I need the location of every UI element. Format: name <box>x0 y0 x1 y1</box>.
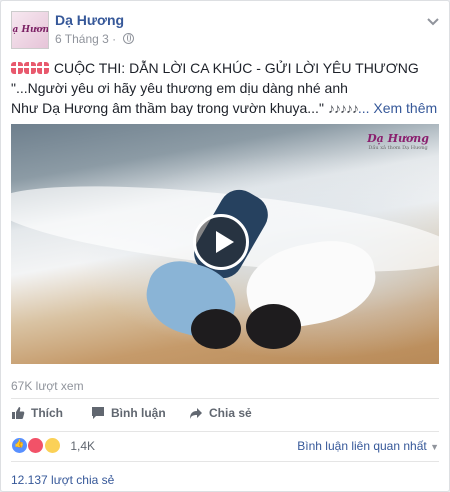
like-label: Thích <box>31 406 63 420</box>
gift-icon <box>24 62 36 74</box>
share-button[interactable]: Chia sẻ <box>189 406 252 420</box>
caret-down-icon: ▼ <box>430 442 439 452</box>
share-count-link[interactable]: 12.137 lượt chia sẻ <box>11 473 114 487</box>
divider <box>11 461 439 462</box>
play-icon[interactable] <box>193 214 249 270</box>
watermark-text: Dạ Hương <box>367 132 429 145</box>
see-more-link[interactable]: ... Xem thêm <box>358 100 437 116</box>
comment-sort-dropdown[interactable]: Bình luận liên quan nhất ▼ <box>297 439 439 453</box>
reaction-count[interactable]: 1,4K <box>70 439 95 453</box>
post-line-2: "...Người yêu ơi hãy yêu thương em dịu d… <box>11 80 348 96</box>
video-player[interactable]: Dạ Hương Dầu xả thơm Dạ Hương <box>11 124 439 364</box>
view-count: 67K lượt xem <box>11 379 84 393</box>
music-notes: ♪♪♪♪♪ <box>327 100 359 116</box>
contest-title: CUỘC THI: DẪN LỜI CA KHÚC - GỬI LỜI YÊU … <box>53 60 419 76</box>
like-button[interactable]: Thích <box>11 406 63 420</box>
divider <box>11 398 439 399</box>
watermark-subtext: Dầu xả thơm Dạ Hương <box>368 145 428 151</box>
post-line-3: Như Dạ Hương âm thầm bay trong vườn khuy… <box>11 98 443 118</box>
comment-button[interactable]: Bình luận <box>91 406 166 420</box>
love-reaction-icon <box>27 437 45 455</box>
hair-shape <box>246 304 301 349</box>
like-icon <box>12 407 25 419</box>
post-line-1: CUỘC THI: DẪN LỜI CA KHÚC - GỬI LỜI YÊU … <box>11 58 443 78</box>
share-label: Chia sẻ <box>209 406 252 420</box>
post-meta: 6 Tháng 3 · <box>55 32 134 46</box>
gift-icon <box>37 62 49 74</box>
avatar-logo: Dạ Hương <box>12 25 49 35</box>
lyric-text: Như Dạ Hương âm thầm bay trong vườn khuy… <box>11 100 324 116</box>
post-header: Dạ Hương Dạ Hương 6 Tháng 3 · <box>11 11 441 51</box>
comment-icon <box>92 407 104 419</box>
share-icon <box>190 408 202 419</box>
post-card: Dạ Hương Dạ Hương 6 Tháng 3 · CUỘC THI: … <box>0 0 450 492</box>
post-date[interactable]: 6 Tháng 3 · <box>55 32 116 46</box>
page-avatar[interactable]: Dạ Hương <box>11 11 49 49</box>
divider <box>11 431 439 432</box>
reactions-summary[interactable]: 1,4K <box>11 437 95 455</box>
chevron-down-icon[interactable] <box>427 15 439 29</box>
gift-icon <box>11 62 23 74</box>
post-text: CUỘC THI: DẪN LỜI CA KHÚC - GỬI LỜI YÊU … <box>11 58 443 118</box>
comment-label: Bình luận <box>111 406 166 420</box>
haha-reaction-icon <box>43 437 61 455</box>
globe-icon <box>122 33 134 44</box>
like-reaction-icon <box>11 437 28 455</box>
action-bar: Thích Bình luận Chia sẻ <box>11 400 439 428</box>
sort-label: Bình luận liên quan nhất <box>297 439 427 453</box>
video-watermark-logo: Dạ Hương Dầu xả thơm Dạ Hương <box>367 132 429 151</box>
hair-shape <box>191 309 241 349</box>
page-name-link[interactable]: Dạ Hương <box>55 12 124 28</box>
